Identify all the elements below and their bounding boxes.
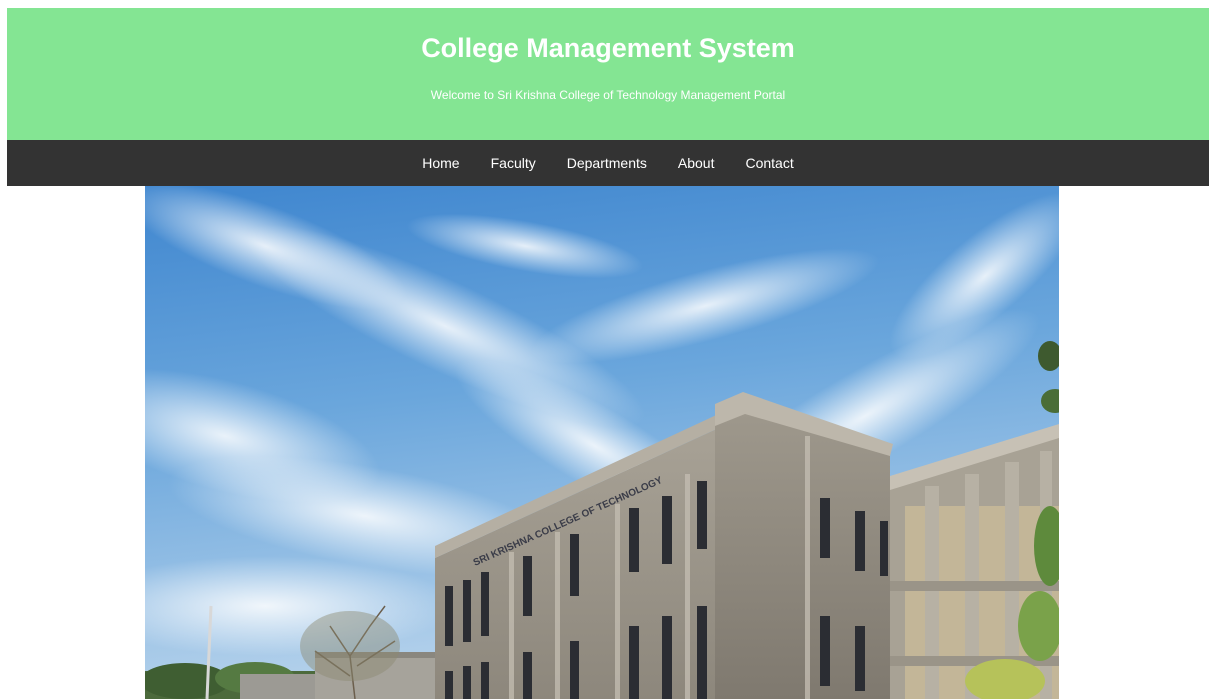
campus-hero-image: SRI KRISHNA COLLEGE OF TECHNOLOGY — [145, 186, 1059, 699]
nav-link-faculty[interactable]: Faculty — [475, 140, 551, 186]
site-title: College Management System — [421, 33, 795, 63]
nav-link-about[interactable]: About — [662, 140, 730, 186]
nav-link-departments[interactable]: Departments — [551, 140, 662, 186]
campus-photo: SRI KRISHNA COLLEGE OF TECHNOLOGY — [145, 186, 1059, 699]
site-subtitle: Welcome to Sri Krishna College of Techno… — [430, 88, 786, 102]
page: College Management System Welcome to Sri… — [0, 0, 1209, 699]
nav-link-contact[interactable]: Contact — [730, 140, 809, 186]
nav-bar: Home Faculty Departments About Contact — [7, 140, 1209, 186]
site-header: College Management System Welcome to Sri… — [7, 8, 1209, 140]
nav-link-home[interactable]: Home — [407, 140, 475, 186]
